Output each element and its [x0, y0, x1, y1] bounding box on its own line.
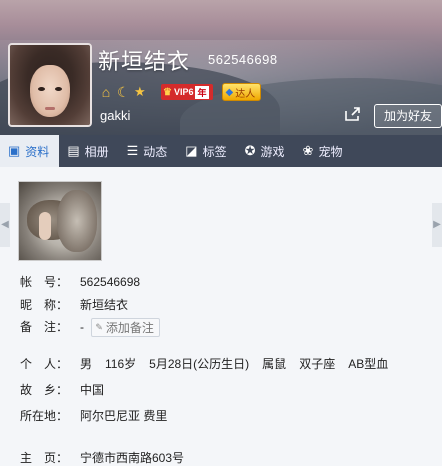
tab-profile[interactable]: ▣ 资料 [0, 135, 60, 167]
share-icon[interactable] [342, 106, 364, 126]
feed-list-icon: ☰ [126, 143, 139, 158]
tab-bar: ▣ 资料 ▤ 相册 ☰ 动态 ◪ 标签 ✪ 游戏 ❀ 宠物 [0, 135, 442, 167]
tab-games[interactable]: ✪ 游戏 [237, 135, 295, 167]
profile-card-icon: ▣ [8, 143, 21, 158]
pet-photo[interactable] [18, 181, 102, 261]
qq-number: 562546698 [208, 52, 278, 67]
moon-badge-icon[interactable]: ☾ [117, 84, 131, 100]
avatar[interactable] [8, 43, 92, 127]
house-badge-icon[interactable]: ⌂ [98, 84, 114, 100]
tab-tags[interactable]: ◪ 标签 [177, 135, 236, 167]
crown-icon: ♛ [163, 86, 172, 98]
add-friend-button[interactable]: 加为好友 [374, 104, 442, 128]
partial-row: 主 页： 宁德市西南路603号 [20, 451, 185, 465]
tab-feed[interactable]: ☰ 动态 [119, 135, 178, 167]
game-icon: ✪ [244, 143, 256, 158]
edit-icon: ✎ [95, 322, 103, 333]
pet-paw-icon: ❀ [302, 143, 314, 158]
prev-arrow-icon[interactable]: ◀ [0, 203, 10, 247]
remark-row: 备 注： - ✎ 添加备注 [20, 318, 160, 338]
photo-album-icon: ▤ [67, 143, 80, 158]
tag-icon: ◪ [185, 143, 198, 158]
next-arrow-icon[interactable]: ▶ [432, 203, 442, 247]
add-remark-button[interactable]: ✎ 添加备注 [91, 318, 160, 338]
hometown-row: 故 乡： 中国 [20, 383, 105, 397]
nickname-en: gakki [100, 108, 131, 123]
account-row: 帐 号： 562546698 [20, 275, 141, 289]
star-badge-icon[interactable]: ★ [134, 84, 148, 100]
daren-badge[interactable]: ◆ 达人 [221, 83, 262, 101]
vip-badge[interactable]: ♛ VIP6 年 [161, 84, 213, 100]
profile-name: 新垣结衣 [98, 49, 191, 74]
personal-row: 个 人：男 116岁 5月28日(公历生日) 属鼠 双子座 AB型血 [20, 357, 389, 371]
tab-pets[interactable]: ❀ 宠物 [295, 135, 353, 167]
nickname-row: 昵 称： 新垣结衣 [20, 298, 129, 312]
badge-row: ⌂ ☾ ★ ♛ VIP6 年 ◆ 达人 [98, 83, 262, 101]
location-row: 所在地： 阿尔巴尼亚 费里 [20, 409, 168, 423]
daren-icon: ◆ [225, 86, 234, 98]
tab-album[interactable]: ▤ 相册 [59, 135, 118, 167]
